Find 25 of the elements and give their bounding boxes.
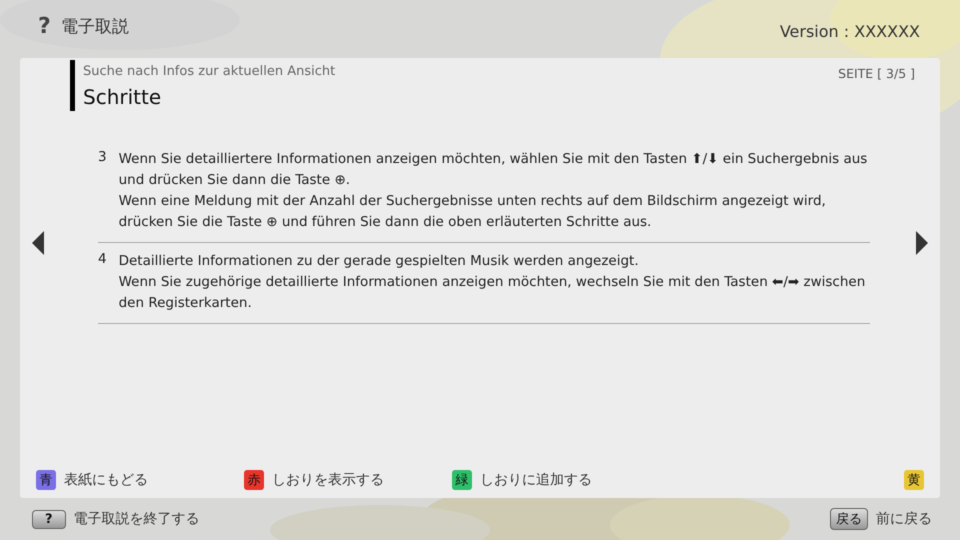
step-number: 3	[98, 149, 107, 167]
version-label: Version : XXXXXX	[780, 22, 920, 40]
breadcrumb: Suche nach Infos zur aktuellen Ansicht	[83, 64, 336, 79]
page-heading: Schritte	[83, 85, 162, 109]
color-key[interactable]: 黄	[904, 470, 924, 490]
color-key[interactable]: 青	[36, 470, 56, 490]
key-label: 表紙にもどる	[64, 471, 148, 489]
next-arrow-icon[interactable]	[916, 231, 928, 255]
previous-arrow-icon[interactable]	[32, 231, 44, 255]
exit-label: 電子取説を終了する	[74, 510, 200, 528]
step-text: Detaillierte Informationen zu der gerade gespielten Musik werden angezeigt.	[118, 252, 640, 271]
key-label: しおりを表示する	[272, 471, 384, 489]
exit-key[interactable]: ?	[32, 510, 66, 528]
page-indicator: SEITE [ 3/5 ]	[838, 66, 915, 83]
key-label: しおりに追加する	[480, 471, 592, 489]
app-title: 電子取説	[60, 16, 129, 38]
color-key[interactable]: 赤	[244, 470, 264, 490]
back-label: 前に戻る	[876, 510, 932, 528]
step-number: 4	[98, 251, 107, 269]
step-text: Wenn Sie detailliertere Informationen anzeigen möchten, wählen Sie mit den Tasten ⬆/⬇ ein Suchergebnis aus und drücken Sie dann die Taste ⊕.	[118, 150, 868, 190]
color-key[interactable]: 緑	[452, 470, 472, 490]
step-text: Wenn Sie zugehörige detaillierte Informationen anzeigen möchten, wechseln Sie mit den Tasten ⬅/➡ zwischen den Registerkarten.	[118, 273, 866, 313]
back-key[interactable]: 戻る	[830, 508, 868, 530]
help-icon: ?	[38, 14, 51, 38]
step-text: Wenn eine Meldung mit der Anzahl der Suchergebnisse unten rechts auf dem Bildschirm angezeigt wird, drücken Sie die Taste ⊕ und führen Sie dann die oben erläuterten Schritte aus.	[118, 192, 827, 232]
